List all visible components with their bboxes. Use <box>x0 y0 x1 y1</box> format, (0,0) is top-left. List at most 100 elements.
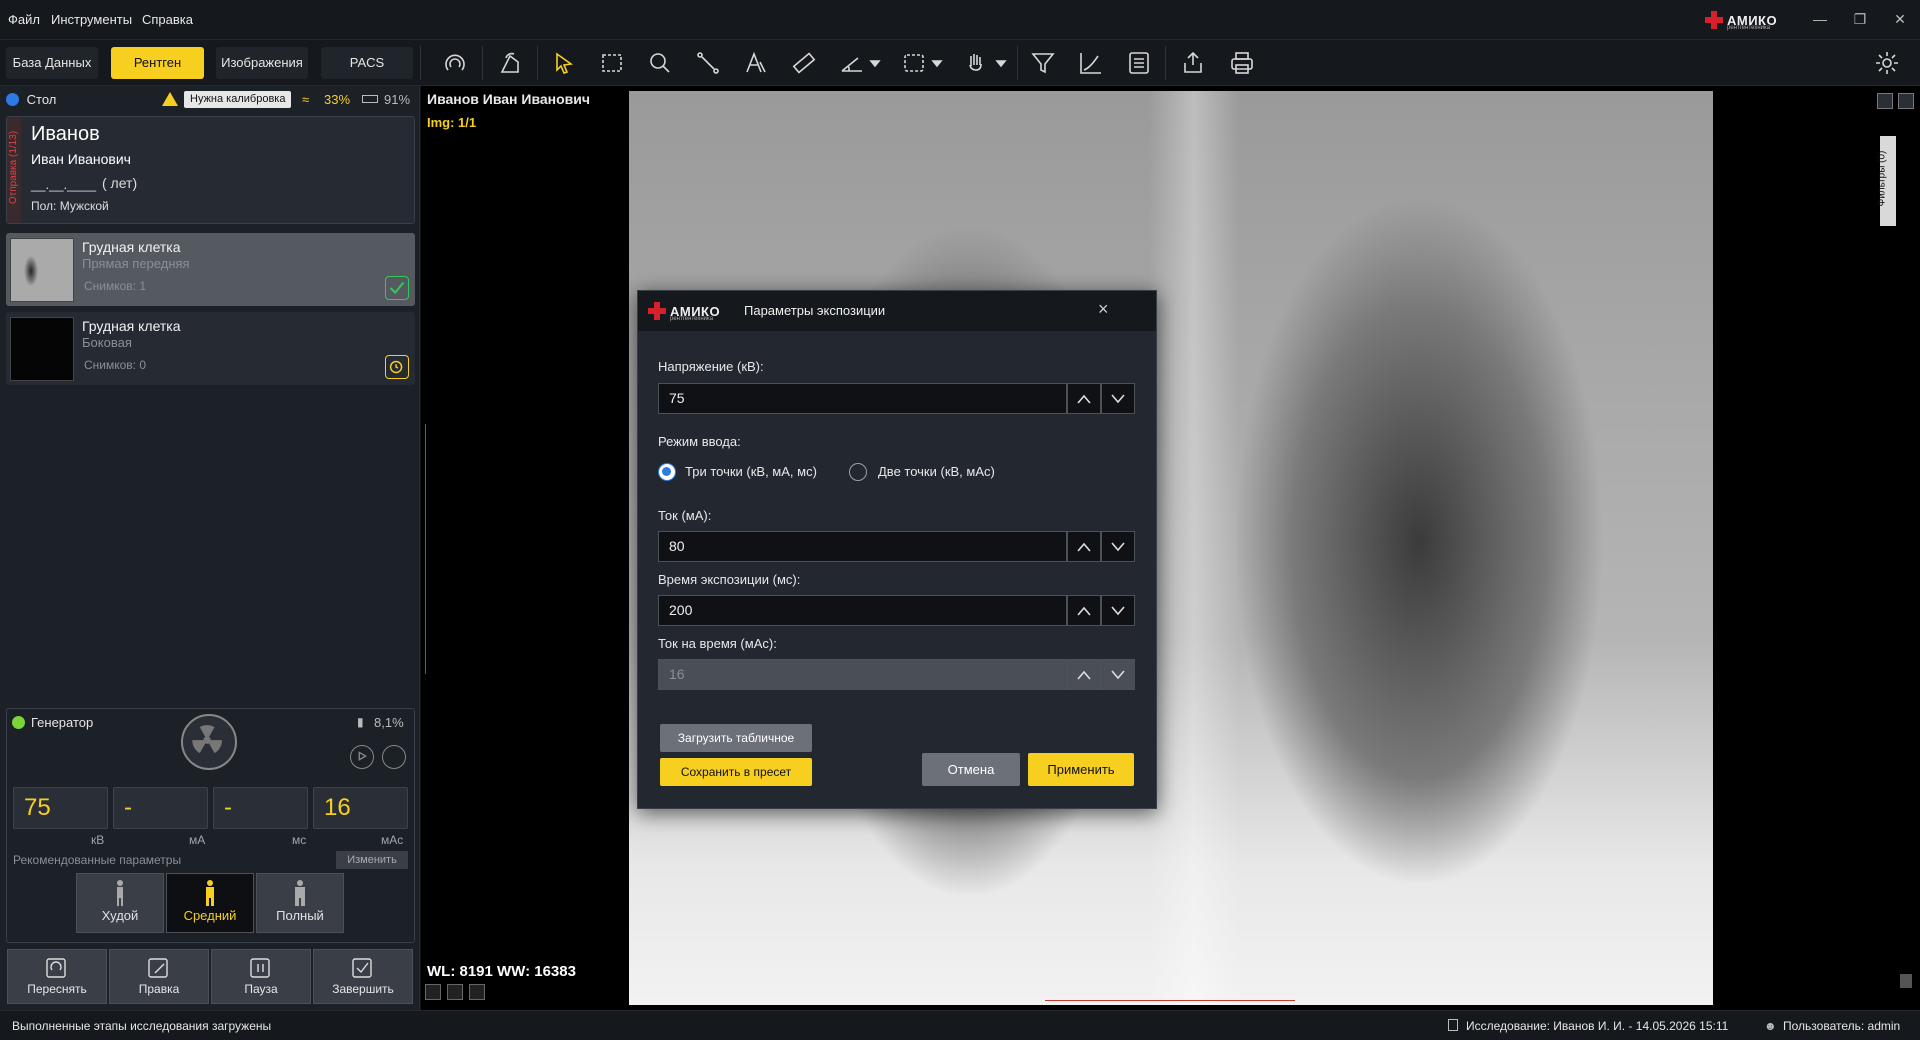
menu-help[interactable]: Справка <box>142 12 193 27</box>
body-large-button[interactable]: Полный <box>256 873 344 933</box>
tab-pacs[interactable]: PACS <box>321 47 413 79</box>
kv-unit: кВ <box>91 833 105 847</box>
chevron-down-icon <box>1111 605 1125 615</box>
radiation-icon[interactable] <box>181 714 237 770</box>
apply-button[interactable]: Применить <box>1028 753 1134 786</box>
edit-button[interactable]: Правка <box>109 949 209 1004</box>
time-down[interactable] <box>1101 595 1135 626</box>
mi-hand-icon[interactable] <box>958 47 994 79</box>
patient-last-name: Иванов <box>31 123 100 145</box>
restore-icon[interactable]: ❐ <box>1846 8 1874 30</box>
layout-1-icon[interactable] <box>425 984 441 1000</box>
retake-button[interactable]: Переснять <box>7 949 107 1004</box>
ma-value: - <box>113 787 208 829</box>
change-button[interactable]: Изменить <box>336 851 408 869</box>
dialog-close-icon[interactable]: × <box>1098 299 1109 320</box>
fullscreen-icon[interactable] <box>1898 93 1914 109</box>
angle-dropdown-icon[interactable] <box>866 47 884 79</box>
tube-temp: 8,1% <box>374 715 404 730</box>
filters-side-tab[interactable]: Фильтры (0) <box>1876 136 1896 226</box>
send-side-tab-label: Отправка (1/13) <box>8 130 20 205</box>
exposure-icon[interactable] <box>382 745 406 769</box>
voltage-down[interactable] <box>1101 383 1135 414</box>
viewer-patient-name: Иванов Иван Иванович <box>427 91 591 107</box>
text-annotation-icon[interactable] <box>738 47 774 79</box>
play-icon[interactable] <box>350 745 374 769</box>
body-medium-button[interactable]: Средний <box>166 873 254 933</box>
retake-label: Переснять <box>27 982 87 996</box>
curve-icon[interactable] <box>1073 47 1109 79</box>
minimize-icon[interactable]: — <box>1806 8 1834 30</box>
mode-three-point-radio[interactable] <box>658 463 676 481</box>
dialog-title: Параметры экспозиции <box>744 303 886 318</box>
ruler-line-icon[interactable] <box>690 47 726 79</box>
mode-two-point-radio[interactable] <box>849 463 867 481</box>
battery-icon <box>362 95 378 103</box>
zoom-icon[interactable] <box>642 47 678 79</box>
voltage-input[interactable]: 75 <box>658 383 1067 414</box>
send-side-tab[interactable]: Отправка (1/13) <box>7 117 21 223</box>
body-thin-button[interactable]: Худой <box>76 873 164 933</box>
tab-database[interactable]: База Данных <box>6 47 98 79</box>
measure-icon[interactable] <box>786 47 822 79</box>
study-item-frontal[interactable]: Грудная клетка Прямая передняя Снимков: … <box>6 233 415 306</box>
station-row: Стол <box>6 92 56 107</box>
load-table-button[interactable]: Загрузить табличное <box>660 724 812 752</box>
mas-value: 16 <box>313 787 408 829</box>
calibration-badge[interactable]: Нужна калибровка <box>184 91 292 108</box>
pause-button[interactable]: Пауза <box>211 949 311 1004</box>
tab-images[interactable]: Изображения <box>216 47 308 79</box>
study-thumbnail[interactable] <box>10 317 74 381</box>
angle-icon[interactable] <box>834 47 870 79</box>
current-down[interactable] <box>1101 531 1135 562</box>
edit-icon <box>148 958 168 978</box>
time-input[interactable]: 200 <box>658 595 1067 626</box>
menu-tools[interactable]: Инструменты <box>51 12 132 27</box>
current-up[interactable] <box>1067 531 1101 562</box>
study-item-lateral[interactable]: Грудная клетка Боковая Снимков: 0 <box>6 312 415 385</box>
settings-gear-icon[interactable] <box>1869 47 1905 79</box>
viewer-scrollbar[interactable] <box>1900 974 1912 988</box>
status-message: Выполненные этапы исследования загружены <box>12 1019 272 1033</box>
select-rect-icon[interactable] <box>594 47 630 79</box>
export-icon[interactable] <box>1175 47 1211 79</box>
cancel-button[interactable]: Отмена <box>922 753 1020 786</box>
brand-sub: рентгентехника <box>1727 25 1771 31</box>
study-thumbnail[interactable] <box>10 238 74 302</box>
split-view-icon[interactable] <box>1877 93 1893 109</box>
generator-panel: Генератор ▮ 8,1% 75 - - 16 кВ мА мс мАс … <box>6 708 415 943</box>
layout-3-icon[interactable] <box>469 984 485 1000</box>
warning-icon <box>162 92 178 106</box>
report-icon[interactable] <box>1121 47 1157 79</box>
layout-2-icon[interactable] <box>447 984 463 1000</box>
filter-icon[interactable] <box>1025 47 1061 79</box>
print-icon[interactable] <box>1224 47 1260 79</box>
roi-select-icon[interactable] <box>896 47 932 79</box>
finish-button[interactable]: Завершить <box>313 949 413 1004</box>
tab-xray[interactable]: Рентген <box>111 47 204 79</box>
chevron-down-icon <box>1111 669 1125 679</box>
roi-dropdown-icon[interactable] <box>928 47 946 79</box>
mi-dropdown-icon[interactable] <box>992 47 1010 79</box>
patient-card[interactable]: Отправка (1/13) Иванов Иван Иванович __.… <box>6 116 415 224</box>
close-window-icon[interactable]: ✕ <box>1886 8 1914 30</box>
current-input[interactable]: 80 <box>658 531 1067 562</box>
pause-icon <box>250 958 270 978</box>
save-preset-button[interactable]: Сохранить в пресет <box>660 758 812 786</box>
voltage-up[interactable] <box>1067 383 1101 414</box>
status-user: Пользователь: admin <box>1783 1019 1901 1033</box>
time-up[interactable] <box>1067 595 1101 626</box>
mode-two-point-label[interactable]: Две точки (кВ, мАс) <box>878 464 995 479</box>
flip-icon[interactable] <box>492 47 528 79</box>
body-medium-label: Средний <box>183 908 237 923</box>
kv-value: 75 <box>13 787 108 829</box>
left-panel: Стол Нужна калибровка ≈ 33% 91% Отправка… <box>0 86 420 1010</box>
rotate-icon[interactable] <box>437 47 473 79</box>
menu-file[interactable]: Файл <box>8 12 40 27</box>
mas-down <box>1101 659 1135 690</box>
pointer-icon[interactable] <box>546 47 582 79</box>
voltage-label: Напряжение (кВ): <box>658 359 764 374</box>
study-view: Прямая передняя <box>82 256 190 271</box>
mas-input: 16 <box>658 659 1067 690</box>
mode-three-point-label[interactable]: Три точки (кВ, мА, мс) <box>685 464 817 479</box>
